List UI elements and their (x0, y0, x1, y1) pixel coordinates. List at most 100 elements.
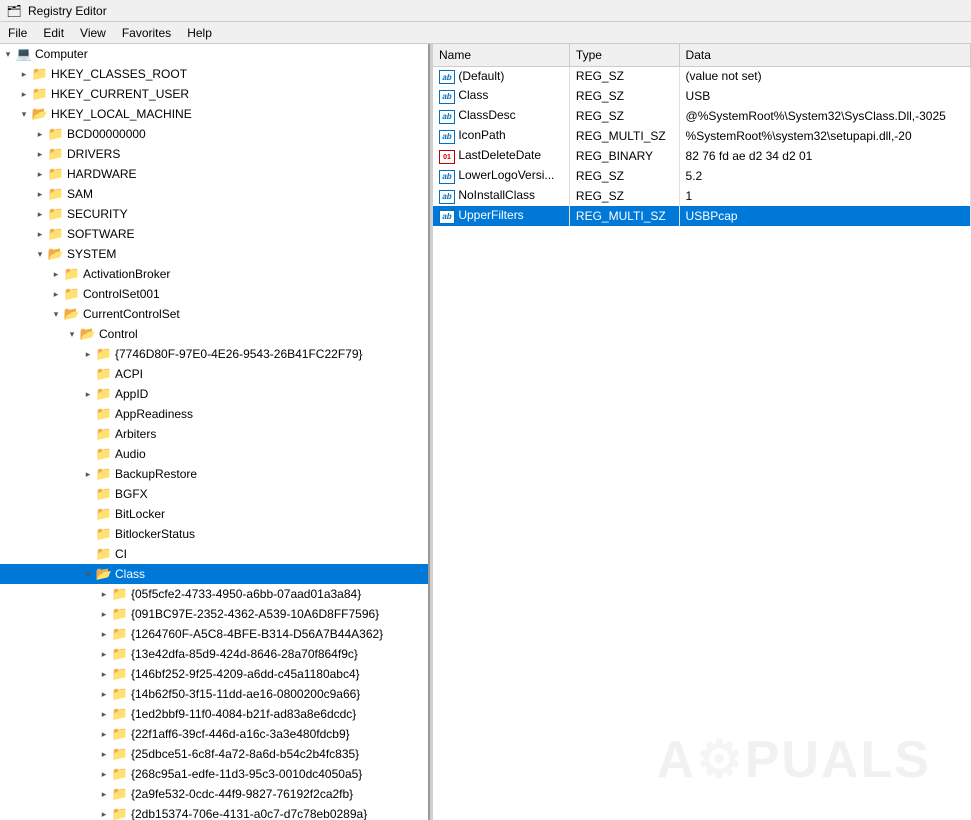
tree-item-system[interactable]: ▾📂SYSTEM (0, 244, 428, 264)
expand-icon-guid11[interactable]: ▸ (96, 786, 112, 802)
expand-icon-appid[interactable]: ▸ (80, 386, 96, 402)
tree-item-guid4[interactable]: ▸📁{13e42dfa-85d9-424d-8646-28a70f864f9c} (0, 644, 428, 664)
expand-icon-guid10[interactable]: ▸ (96, 766, 112, 782)
tree-label-hklm: HKEY_LOCAL_MACHINE (51, 107, 192, 121)
expand-icon-control[interactable]: ▾ (64, 326, 80, 342)
folder-icon-control: 📂 (80, 326, 96, 342)
menu-favorites[interactable]: Favorites (114, 22, 179, 43)
expand-icon-guid5[interactable]: ▸ (96, 666, 112, 682)
tree-label-key1: {7746D80F-97E0-4E26-9543-26B41FC22F79} (115, 347, 363, 361)
tree-item-guid8[interactable]: ▸📁{22f1aff6-39cf-446d-a16c-3a3e480fdcb9} (0, 724, 428, 744)
app-icon: 🗂 (6, 3, 22, 19)
expand-icon-guid2[interactable]: ▸ (96, 606, 112, 622)
tree-item-sam[interactable]: ▸📁SAM (0, 184, 428, 204)
tree-item-guid5[interactable]: ▸📁{146bf252-9f25-4209-a6dd-c45a1180abc4} (0, 664, 428, 684)
expand-icon-drivers[interactable]: ▸ (32, 146, 48, 162)
tree-item-software[interactable]: ▸📁SOFTWARE (0, 224, 428, 244)
table-row[interactable]: 01 LastDeleteDateREG_BINARY82 76 fd ae d… (433, 146, 971, 166)
tree-item-guid3[interactable]: ▸📁{1264760F-A5C8-4BFE-B314-D56A7B44A362} (0, 624, 428, 644)
tree-item-bitlockerstatus[interactable]: ▸📁BitlockerStatus (0, 524, 428, 544)
tree-label-hardware: HARDWARE (67, 167, 137, 181)
expand-icon-guid6[interactable]: ▸ (96, 686, 112, 702)
tree-item-bgfx[interactable]: ▸📁BGFX (0, 484, 428, 504)
tree-item-hklm[interactable]: ▾📂HKEY_LOCAL_MACHINE (0, 104, 428, 124)
folder-icon-key1: 📁 (96, 346, 112, 362)
binary-icon: 01 (439, 148, 455, 162)
tree-item-guid2[interactable]: ▸📁{091BC97E-2352-4362-A539-10A6D8FF7596} (0, 604, 428, 624)
tree-item-drivers[interactable]: ▸📁DRIVERS (0, 144, 428, 164)
tree-item-control[interactable]: ▾📂Control (0, 324, 428, 344)
expand-icon-hklm[interactable]: ▾ (16, 106, 32, 122)
menu-help[interactable]: Help (179, 22, 220, 43)
table-row[interactable]: ab NoInstallClassREG_SZ1 (433, 186, 971, 206)
tree-item-guid1[interactable]: ▸📁{05f5cfe2-4733-4950-a6bb-07aad01a3a84} (0, 584, 428, 604)
table-row[interactable]: ab IconPathREG_MULTI_SZ%SystemRoot%\syst… (433, 126, 971, 146)
value-name-text: Class (455, 88, 488, 102)
cell-name-0: ab (Default) (433, 66, 569, 86)
expand-icon-class[interactable]: ▾ (80, 566, 96, 582)
tree-item-backuprestore[interactable]: ▸📁BackupRestore (0, 464, 428, 484)
tree-item-controlset001[interactable]: ▸📁ControlSet001 (0, 284, 428, 304)
table-row[interactable]: ab UpperFiltersREG_MULTI_SZUSBPcap (433, 206, 971, 226)
expand-icon-guid8[interactable]: ▸ (96, 726, 112, 742)
menu-edit[interactable]: Edit (35, 22, 72, 43)
expand-icon-sam[interactable]: ▸ (32, 186, 48, 202)
tree-label-audio: Audio (115, 447, 146, 461)
tree-item-bitlocker[interactable]: ▸📁BitLocker (0, 504, 428, 524)
expand-icon-guid9[interactable]: ▸ (96, 746, 112, 762)
tree-item-hardware[interactable]: ▸📁HARDWARE (0, 164, 428, 184)
tree-item-audio[interactable]: ▸📁Audio (0, 444, 428, 464)
expand-icon-computer[interactable]: ▾ (0, 46, 16, 62)
tree-label-guid12: {2db15374-706e-4131-a0c7-d7c78eb0289a} (131, 807, 367, 820)
expand-icon-currentcontrolset[interactable]: ▾ (48, 306, 64, 322)
tree-item-arbiters[interactable]: ▸📁Arbiters (0, 424, 428, 444)
tree-item-guid6[interactable]: ▸📁{14b62f50-3f15-11dd-ae16-0800200c9a66} (0, 684, 428, 704)
expand-icon-guid12[interactable]: ▸ (96, 806, 112, 820)
tree-item-appreadiness[interactable]: ▸📁AppReadiness (0, 404, 428, 424)
folder-icon-software: 📁 (48, 226, 64, 242)
menu-file[interactable]: File (0, 22, 35, 43)
expand-icon-backuprestore[interactable]: ▸ (80, 466, 96, 482)
expand-icon-security[interactable]: ▸ (32, 206, 48, 222)
table-row[interactable]: ab ClassDescREG_SZ@%SystemRoot%\System32… (433, 106, 971, 126)
tree-item-guid11[interactable]: ▸📁{2a9fe532-0cdc-44f9-9827-76192f2ca2fb} (0, 784, 428, 804)
expand-icon-key1[interactable]: ▸ (80, 346, 96, 362)
expand-icon-guid1[interactable]: ▸ (96, 586, 112, 602)
tree-item-guid9[interactable]: ▸📁{25dbce51-6c8f-4a72-8a6d-b54c2b4fc835} (0, 744, 428, 764)
expand-icon-hkcr[interactable]: ▸ (16, 66, 32, 82)
expand-icon-software[interactable]: ▸ (32, 226, 48, 242)
expand-icon-bcd[interactable]: ▸ (32, 126, 48, 142)
tree-item-hkcu[interactable]: ▸📁HKEY_CURRENT_USER (0, 84, 428, 104)
expand-icon-activationbroker[interactable]: ▸ (48, 266, 64, 282)
cell-data-6: 1 (679, 186, 970, 206)
tree-item-key1[interactable]: ▸📁{7746D80F-97E0-4E26-9543-26B41FC22F79} (0, 344, 428, 364)
expand-icon-hkcu[interactable]: ▸ (16, 86, 32, 102)
folder-icon-guid7: 📁 (112, 706, 128, 722)
menu-view[interactable]: View (72, 22, 114, 43)
tree-item-security[interactable]: ▸📁SECURITY (0, 204, 428, 224)
expand-icon-guid3[interactable]: ▸ (96, 626, 112, 642)
tree-label-currentcontrolset: CurrentControlSet (83, 307, 180, 321)
value-name-text: IconPath (455, 128, 506, 142)
table-row[interactable]: ab LowerLogoVersi...REG_SZ5.2 (433, 166, 971, 186)
folder-icon-security: 📁 (48, 206, 64, 222)
expand-icon-guid7[interactable]: ▸ (96, 706, 112, 722)
tree-item-activationbroker[interactable]: ▸📁ActivationBroker (0, 264, 428, 284)
tree-item-class[interactable]: ▾📂Class (0, 564, 428, 584)
expand-icon-guid4[interactable]: ▸ (96, 646, 112, 662)
tree-item-ci[interactable]: ▸📁CI (0, 544, 428, 564)
expand-icon-controlset001[interactable]: ▸ (48, 286, 64, 302)
tree-item-acpi[interactable]: ▸📁ACPI (0, 364, 428, 384)
tree-item-currentcontrolset[interactable]: ▾📂CurrentControlSet (0, 304, 428, 324)
tree-item-appid[interactable]: ▸📁AppID (0, 384, 428, 404)
table-row[interactable]: ab ClassREG_SZUSB (433, 86, 971, 106)
tree-item-computer[interactable]: ▾💻Computer (0, 44, 428, 64)
expand-icon-system[interactable]: ▾ (32, 246, 48, 262)
tree-item-bcd[interactable]: ▸📁BCD00000000 (0, 124, 428, 144)
tree-item-guid10[interactable]: ▸📁{268c95a1-edfe-11d3-95c3-0010dc4050a5} (0, 764, 428, 784)
tree-item-hkcr[interactable]: ▸📁HKEY_CLASSES_ROOT (0, 64, 428, 84)
tree-item-guid7[interactable]: ▸📁{1ed2bbf9-11f0-4084-b21f-ad83a8e6dcdc} (0, 704, 428, 724)
expand-icon-hardware[interactable]: ▸ (32, 166, 48, 182)
table-row[interactable]: ab (Default)REG_SZ(value not set) (433, 66, 971, 86)
tree-item-guid12[interactable]: ▸📁{2db15374-706e-4131-a0c7-d7c78eb0289a} (0, 804, 428, 820)
